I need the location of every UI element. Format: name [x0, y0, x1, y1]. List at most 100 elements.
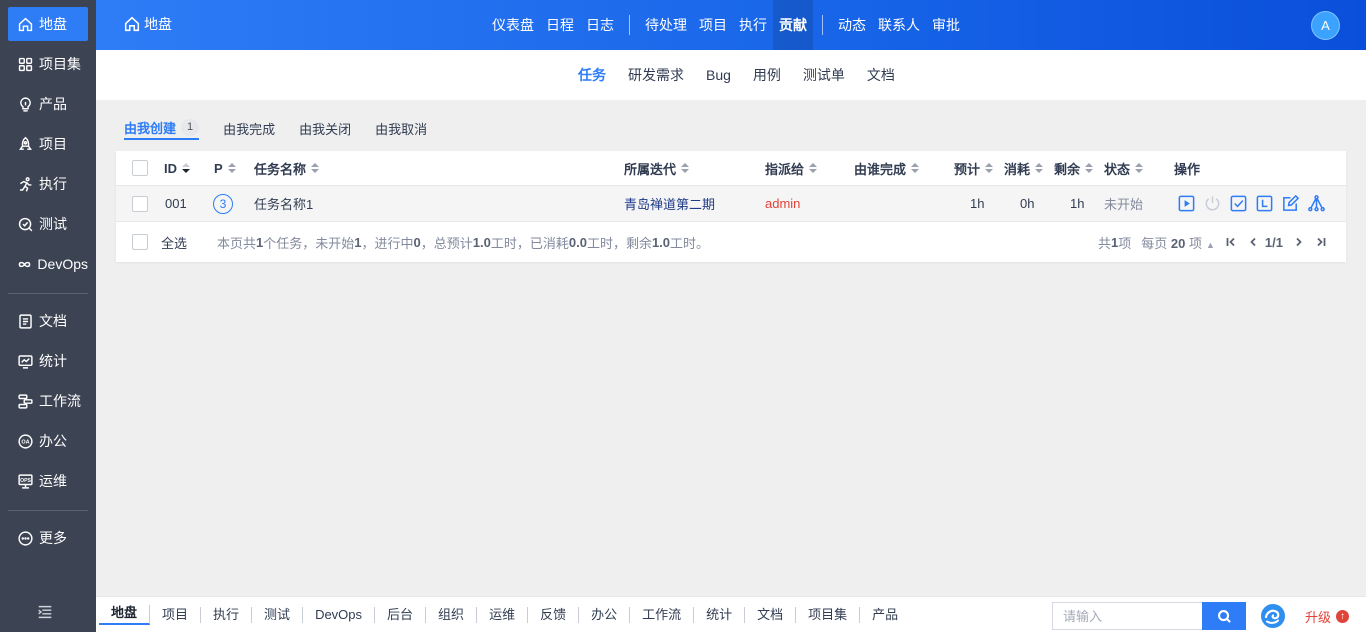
first-page-icon[interactable] — [1225, 236, 1237, 248]
bottom-item-my[interactable]: 地盘 — [99, 605, 151, 625]
nav-approval[interactable]: 审批 — [926, 0, 966, 50]
summary-wait: 1 — [354, 234, 362, 250]
sidebar-item-label: 运维 — [39, 473, 67, 489]
nav-project[interactable]: 项目 — [693, 0, 733, 50]
sidebar-item-doc[interactable]: 文档 — [8, 304, 88, 338]
bottom-item-admin[interactable]: 后台 — [375, 607, 427, 623]
table-row[interactable]: 001 3 任务名称1 青岛禅道第二期 admin 1h 0h 1h 未开始 — [116, 186, 1346, 222]
column-left[interactable]: 剩余 — [1054, 151, 1094, 185]
bottom-item-ops[interactable]: 运维 — [477, 607, 529, 623]
search-button[interactable] — [1202, 602, 1246, 630]
start-icon[interactable] — [1177, 194, 1196, 213]
nav-dynamic[interactable]: 动态 — [832, 0, 872, 50]
nav-contacts[interactable]: 联系人 — [872, 0, 926, 50]
assigned-to-user[interactable]: admin — [765, 186, 800, 221]
column-estimate[interactable]: 预计 — [954, 151, 994, 185]
nav-execution[interactable]: 执行 — [733, 0, 773, 50]
tab-testcase[interactable]: 用例 — [753, 65, 781, 85]
summary-text: ，进行中 — [361, 235, 414, 251]
sort-icon — [1085, 163, 1094, 173]
upgrade-link[interactable]: 升级 ↑ — [1305, 607, 1350, 626]
sidebar-item-program[interactable]: 项目集 — [8, 47, 88, 81]
sidebar-item-product[interactable]: 产品 — [8, 87, 88, 121]
batch-create-icon[interactable] — [1307, 194, 1326, 213]
row-checkbox[interactable] — [132, 195, 148, 212]
record-effort-icon[interactable] — [1255, 194, 1274, 213]
bottom-item-execution[interactable]: 执行 — [201, 607, 253, 623]
bottom-item-product[interactable]: 产品 — [860, 607, 910, 623]
bottom-item-test[interactable]: 测试 — [252, 607, 304, 623]
tab-bug[interactable]: Bug — [706, 67, 731, 83]
column-iteration[interactable]: 所属迭代 — [624, 151, 690, 185]
iteration-link[interactable]: 青岛禅道第二期 — [624, 186, 715, 221]
column-consumed[interactable]: 消耗 — [1004, 151, 1044, 185]
prev-page-icon[interactable] — [1247, 236, 1259, 248]
filter-finished-by-me[interactable]: 由我完成 — [223, 116, 275, 140]
sidebar-item-dashboard[interactable]: 地盘 — [8, 7, 88, 41]
bottom-item-program[interactable]: 项目集 — [796, 607, 861, 623]
priority-badge: 3 — [213, 193, 233, 214]
nav-contribute[interactable]: 贡献 — [773, 0, 813, 50]
zentao-logo-icon[interactable] — [1260, 603, 1286, 629]
task-id: 001 — [165, 196, 187, 211]
nav-todo[interactable]: 待处理 — [639, 0, 693, 50]
sidebar-item-more[interactable]: 更多 — [8, 521, 88, 555]
edit-icon[interactable] — [1281, 194, 1300, 213]
column-finished-by[interactable]: 由谁完成 — [854, 151, 920, 185]
nav-calendar[interactable]: 日程 — [540, 0, 580, 50]
bottom-item-doc[interactable]: 文档 — [745, 607, 797, 623]
finish-icon[interactable] — [1229, 194, 1248, 213]
tab-story[interactable]: 研发需求 — [628, 65, 684, 85]
collapse-menu-icon[interactable] — [36, 603, 56, 623]
svg-text:OPS: OPS — [20, 477, 31, 483]
column-assigned-to[interactable]: 指派给 — [765, 151, 818, 185]
sidebar-item-test[interactable]: 测试 — [8, 207, 88, 241]
bottom-item-project[interactable]: 项目 — [150, 607, 202, 623]
sidebar-item-workflow[interactable]: 工作流 — [8, 384, 88, 418]
sidebar-item-project[interactable]: 项目 — [8, 127, 88, 161]
bottom-item-oa[interactable]: 办公 — [579, 607, 631, 623]
nav-divider — [629, 15, 630, 35]
column-id[interactable]: ID — [164, 151, 190, 185]
column-priority[interactable]: P — [214, 151, 236, 185]
sidebar-item-bi[interactable]: 统计 — [8, 344, 88, 378]
task-table: ID P 任务名称 所属迭代 指派给 由谁完成 预计 消耗 剩余 状态 操作 0… — [116, 151, 1346, 262]
summary-doing: 0 — [413, 234, 421, 250]
sort-icon — [311, 163, 320, 173]
sidebar-item-devops[interactable]: DevOps — [8, 247, 88, 281]
sidebar: 地盘 项目集 产品 项目 执行 测试 DevOps 文档 统计 工作流 OA 办… — [0, 0, 96, 632]
filter-closed-by-me[interactable]: 由我关闭 — [299, 116, 351, 140]
header-title: 地盘 — [123, 14, 172, 34]
sidebar-item-label: 更多 — [39, 530, 67, 546]
nav-dashboard[interactable]: 仪表盘 — [486, 0, 540, 50]
filter-created-by-me[interactable]: 由我创建 1 — [124, 116, 200, 140]
select-all-label[interactable]: 全选 — [161, 222, 187, 262]
avatar[interactable]: A — [1311, 11, 1340, 40]
bottom-item-bi[interactable]: 统计 — [694, 607, 746, 623]
tab-task[interactable]: 任务 — [578, 65, 606, 85]
column-priority-label: P — [214, 160, 223, 176]
search-input[interactable] — [1052, 602, 1202, 630]
bottom-item-workflow[interactable]: 工作流 — [630, 607, 695, 623]
home-icon — [124, 16, 140, 32]
last-page-icon[interactable] — [1315, 236, 1327, 248]
bottom-item-devops[interactable]: DevOps — [303, 607, 376, 623]
bottom-item-feedback[interactable]: 反馈 — [528, 607, 580, 623]
pager-text: 项 — [1118, 235, 1132, 251]
tab-testtask[interactable]: 测试单 — [803, 65, 845, 85]
sidebar-item-ops[interactable]: OPS 运维 — [8, 464, 88, 498]
sidebar-item-execution[interactable]: 执行 — [8, 167, 88, 201]
bottom-item-company[interactable]: 组织 — [426, 607, 478, 623]
select-all-header-checkbox[interactable] — [132, 160, 148, 176]
next-page-icon[interactable] — [1293, 236, 1305, 248]
sidebar-item-oa[interactable]: OA 办公 — [8, 424, 88, 458]
select-all-checkbox[interactable] — [132, 234, 148, 250]
task-name-link[interactable]: 任务名称1 — [254, 186, 313, 221]
filter-canceled-by-me[interactable]: 由我取消 — [375, 116, 427, 140]
nav-effort[interactable]: 日志 — [580, 0, 620, 50]
column-task-name[interactable]: 任务名称 — [254, 151, 320, 185]
per-page-selector[interactable]: 每页 20 项 ▲ — [1141, 233, 1215, 252]
column-status[interactable]: 状态 — [1104, 151, 1144, 185]
sort-icon — [985, 163, 994, 173]
tab-doc[interactable]: 文档 — [867, 65, 895, 85]
